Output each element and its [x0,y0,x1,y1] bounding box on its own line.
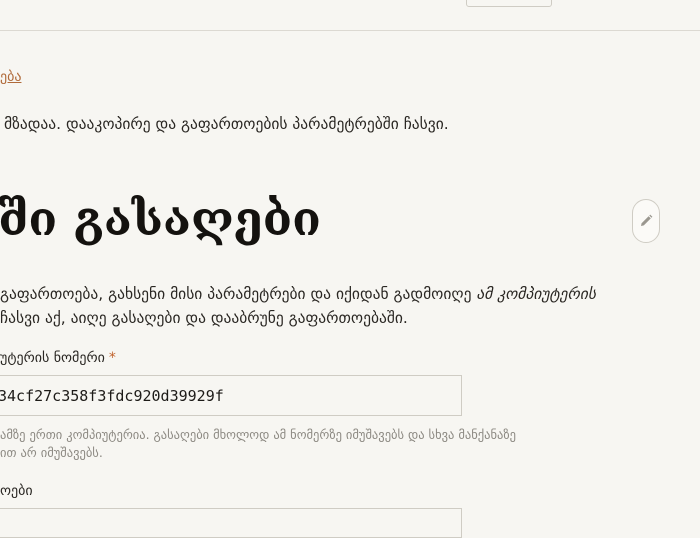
intro-emphasis: ამ კომპიუტერის [476,285,596,303]
top-bar-button[interactable] [466,0,552,7]
top-bar [0,0,700,31]
ready-message: მზადაა. დააკოპირე და გაფართოების პარამეტ… [4,115,449,133]
edit-button[interactable] [632,199,660,243]
second-field-input[interactable] [0,508,462,538]
intro-line2: ჩასვი აქ, აიღე გასაღები და დააბრუნე გაფა… [0,309,408,327]
second-field-label: ოები [0,483,33,499]
intro-line1: გაფართოება, გახსენი მისი პარამეტრები და … [0,285,477,303]
page-title: ში გასაღები [0,192,321,247]
computer-number-hint: ამზე ერთი კომპიუტერია. გასაღები მხოლოდ ა… [0,426,516,462]
hint-line1: ამზე ერთი კომპიუტერია. გასაღები მხოლოდ ა… [0,427,516,442]
computer-number-label-text: უტერის ნომერი [0,350,105,366]
breadcrumb-link[interactable]: ება [0,69,21,85]
pencil-icon [639,214,653,228]
computer-number-label: უტერის ნომერი * [0,350,116,366]
hint-line2: ით არ იმუშავებს. [0,445,103,460]
computer-number-input[interactable] [0,375,462,416]
required-mark: * [108,350,116,366]
